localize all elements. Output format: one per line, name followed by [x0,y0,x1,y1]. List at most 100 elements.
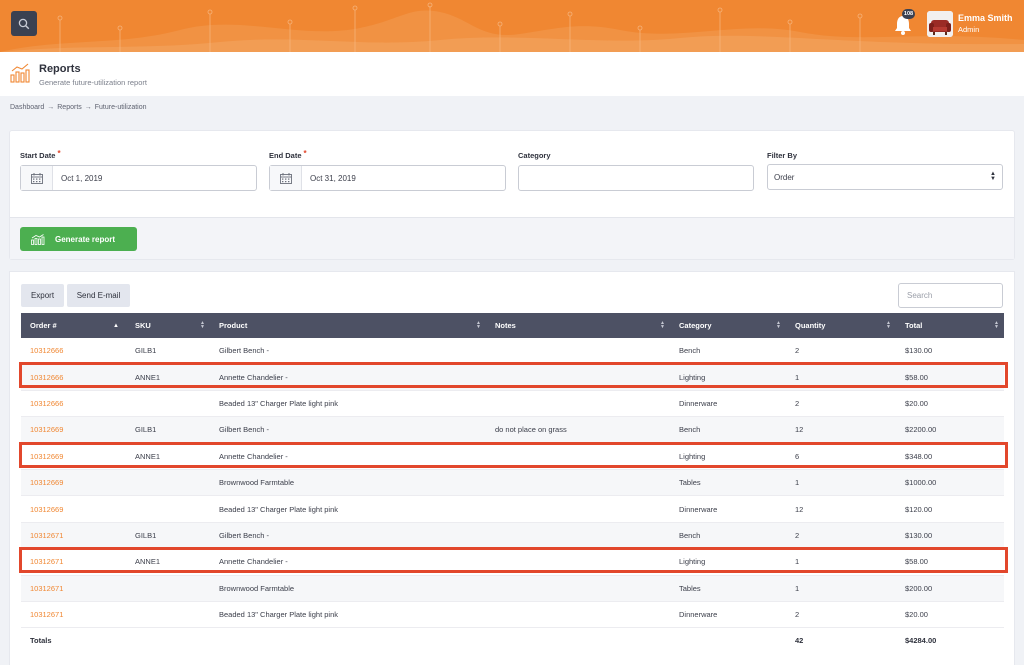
quantity-cell: 2 [795,530,800,540]
end-date-field[interactable]: Oct 31, 2019 [269,165,506,191]
arrow-right-icon: → [47,104,55,111]
bar-chart-icon [10,63,30,83]
total-cell: $348.00 [905,451,933,461]
breadcrumb-dashboard[interactable]: Dashboard [10,104,44,111]
table-header: Order # ▲ SKU ▲ ▼ Product ▲ ▼ Notes ▲ ▼ Categor… [21,313,1004,338]
category-cell: Lighting [679,372,706,382]
product-cell: Annette Chandelier - [219,451,288,461]
totals-quantity: 42 [795,635,804,645]
totals-label: Totals [30,635,52,645]
table-row: 10312671 Brownwood Farmtable Tables 1 $200.0… [21,575,1004,602]
column-notes-label: Notes [495,321,516,330]
quantity-cell: 12 [795,504,804,514]
order-link[interactable]: 10312666 [21,346,126,355]
product-cell: Annette Chandelier - [219,557,288,567]
column-sku[interactable]: SKU ▲ ▼ [126,313,210,338]
total-cell: $20.00 [905,398,928,408]
category-cell: Tables [679,478,701,488]
total-cell: $130.00 [905,346,933,356]
order-link[interactable]: 10312666 [21,373,126,382]
quantity-cell: 12 [795,425,804,435]
column-order[interactable]: Order # ▲ [21,313,126,338]
sku-cell: GILB1 [135,530,157,540]
category-input[interactable] [518,165,754,191]
calendar-icon[interactable] [270,166,302,190]
avatar[interactable] [927,11,953,37]
order-link[interactable]: 10312671 [21,610,126,619]
bar-chart-icon [31,233,45,245]
table-row: 10312671 Beaded 13" Charger Plate light p… [21,602,1004,629]
table-row: 10312669 Beaded 13" Charger Plate light p… [21,496,1004,523]
category-cell: Bench [679,346,701,356]
send-email-button[interactable]: Send E-mail [67,284,130,307]
filter-by-select[interactable]: Order ▲ ▼ [767,164,1003,190]
export-button[interactable]: Export [21,284,64,307]
total-cell: $200.00 [905,583,933,593]
product-cell: Brownwood Farmtable [219,583,295,593]
column-product[interactable]: Product ▲ ▼ [210,313,486,338]
total-cell: $120.00 [905,504,933,514]
required-mark: * [57,149,61,158]
notification-badge: 108 [902,9,915,19]
search-icon [18,18,30,29]
column-quantity-label: Quantity [795,321,826,330]
total-cell: $58.00 [905,372,928,382]
calendar-glyph [30,172,43,184]
generate-report-button[interactable]: Generate report [20,227,137,251]
required-mark: * [303,149,307,158]
totals-row: Totals 42 $4284.00 [21,627,1004,653]
breadcrumb-reports[interactable]: Reports [57,104,82,111]
order-link[interactable]: 10312669 [21,452,126,461]
calendar-icon[interactable] [21,166,53,190]
category-cell: Dinnerware [679,610,718,620]
table-row: 10312666 Beaded 13" Charger Plate light p… [21,391,1004,418]
product-cell: Gilbert Bench - [219,530,270,540]
column-order-label: Order # [30,321,57,330]
total-cell: $2200.00 [905,425,937,435]
sort-icon: ▲ ▼ [776,320,781,330]
order-link[interactable]: 10312671 [21,557,126,566]
product-cell: Beaded 13" Charger Plate light pink [219,398,338,408]
quantity-cell: 1 [795,583,800,593]
column-notes[interactable]: Notes ▲ ▼ [486,313,670,338]
filter-card: Start Date * Oct 1, 2019 End Date * Oct 31… [10,131,1014,259]
order-link[interactable]: 10312669 [21,425,126,434]
order-link[interactable]: 10312666 [21,399,126,408]
sort-icon: ▲ ▼ [660,320,665,330]
user-name[interactable]: Emma Smith [958,13,1013,23]
product-cell: Beaded 13" Charger Plate light pink [219,610,338,620]
category-cell: Tables [679,583,701,593]
category-cell: Lighting [679,557,706,567]
total-cell: $1000.00 [905,478,937,488]
order-link[interactable]: 10312671 [21,584,126,593]
quantity-cell: 2 [795,346,800,356]
column-total[interactable]: Total ▲ ▼ [896,313,1004,338]
filter-by-value: Order [774,172,795,182]
page-subtitle: Generate future-utilization report [39,78,147,87]
start-date-field[interactable]: Oct 1, 2019 [20,165,257,191]
table-row: 10312669 GILB1 Gilbert Bench - do not place… [21,417,1004,444]
table-row: 10312671 GILB1 Gilbert Bench - Bench 2 $130.0… [21,522,1004,550]
order-link[interactable]: 10312671 [21,531,126,540]
header-wave-decoration [0,2,1024,52]
table-row: 10312669 Brownwood Farmtable Tables 1 $1000.… [21,470,1004,497]
table-row: 10312666 ANNE1 Annette Chandelier - Lightin… [21,364,1004,391]
sort-icon: ▲ ▼ [200,320,205,330]
column-category[interactable]: Category ▲ ▼ [670,313,786,338]
quantity-cell: 1 [795,372,800,382]
quantity-cell: 1 [795,478,800,488]
table-search-input[interactable]: Search [898,283,1003,308]
column-quantity[interactable]: Quantity ▲ ▼ [786,313,896,338]
select-arrows-icon: ▲ ▼ [990,171,996,182]
order-link[interactable]: 10312669 [21,478,126,487]
end-date-label-text: End Date [269,151,302,160]
order-link[interactable]: 10312669 [21,505,126,514]
totals-total: $4284.00 [905,635,937,645]
sku-cell: ANNE1 [135,557,161,567]
search-button[interactable] [11,11,37,36]
start-date-label: Start Date * [20,149,61,160]
top-bar: 108 Emma Smith Admin [0,0,1024,52]
column-product-label: Product [219,321,248,330]
calendar-glyph [279,172,292,184]
column-sku-label: SKU [135,321,151,330]
